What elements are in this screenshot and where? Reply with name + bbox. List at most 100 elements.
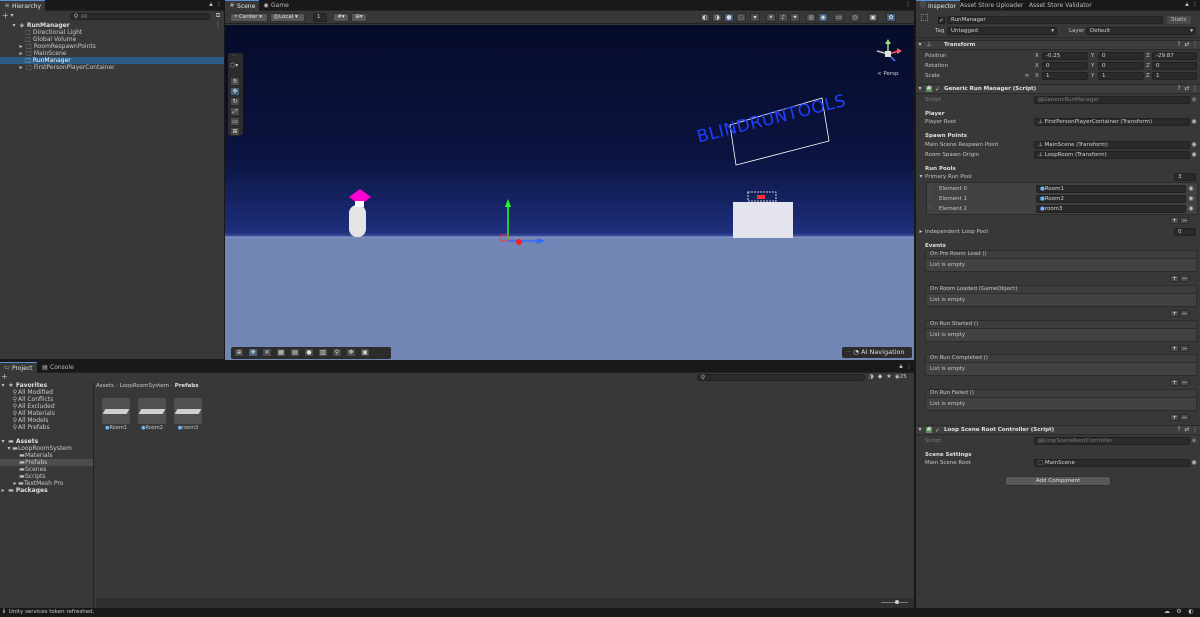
favorite-item[interactable]: ⚲All Materials	[0, 410, 93, 417]
element-field[interactable]: ●room3	[1036, 205, 1186, 213]
rotation-z-field[interactable]: 0	[1152, 62, 1197, 70]
add-listener-button[interactable]: +	[1170, 310, 1179, 317]
transform-tool-icon[interactable]: ⊞	[230, 127, 240, 136]
transform-header[interactable]: ▾ ⊥ Transform ? ⇄ ⋮	[916, 40, 1200, 50]
tab-scene[interactable]: # Scene	[225, 0, 260, 11]
tree-item-textmesh-pro[interactable]: ▸ ▬TextMesh Pro	[0, 480, 93, 487]
filter-icon[interactable]: ⧉	[215, 13, 221, 19]
asset-tile[interactable]: ●room3	[174, 398, 202, 434]
scene-gizmo-icon[interactable]: ✿	[886, 13, 896, 22]
chevron-right-icon[interactable]: ▸	[918, 229, 924, 235]
add-listener-button[interactable]: +	[1170, 345, 1179, 352]
add-component-button[interactable]: Add Component	[1005, 476, 1111, 486]
audio-icon[interactable]: ♪	[778, 13, 788, 22]
nav-tool-5-icon[interactable]: ▤	[290, 348, 300, 357]
favorite-item[interactable]: ⚲All Prefabs	[0, 424, 93, 431]
breadcrumb-prefabs[interactable]: Prefabs	[175, 383, 199, 389]
help-icon[interactable]: ?	[1176, 42, 1182, 48]
remove-listener-button[interactable]: −	[1180, 310, 1189, 317]
component-enabled-checkbox[interactable]: ✓	[935, 427, 940, 434]
tool-settings-icon[interactable]: ⬡▾	[230, 63, 238, 69]
tag-dropdown[interactable]: Untagged ▾	[947, 27, 1057, 35]
tab-hierarchy[interactable]: ≡ Hierarchy	[0, 0, 46, 11]
more-icon[interactable]: ⋮	[906, 364, 912, 370]
remove-listener-button[interactable]: −	[1180, 379, 1189, 386]
more-icon[interactable]: ⋮	[215, 22, 221, 28]
layer-dropdown[interactable]: Default ▾	[1086, 27, 1196, 35]
object-picker-icon[interactable]: ◉	[1188, 186, 1194, 192]
tab-game[interactable]: ◉ Game	[259, 0, 293, 11]
asset-tile[interactable]: ●Room1	[102, 398, 130, 434]
orientation-gizmo[interactable]	[873, 39, 903, 69]
tree-item-loop-room-system[interactable]: ▾ ▬LoopRoomSystem	[0, 445, 93, 452]
tab-asset-store-validator[interactable]: Asset Store Validator	[1025, 0, 1096, 11]
tab-asset-store-uploader[interactable]: Asset Store Uploader	[956, 0, 1027, 11]
progress-icon[interactable]: ◐	[1188, 609, 1194, 615]
list-item[interactable]: ⁝ Element 1 ●Room2 ◉	[927, 194, 1197, 204]
favorite-item[interactable]: ⚲All Conflicts	[0, 396, 93, 403]
filter-type-icon[interactable]: ◑	[868, 374, 874, 380]
shading-icon[interactable]: ◑	[712, 13, 722, 22]
more-icon[interactable]: ⋮	[1192, 427, 1198, 433]
object-picker-icon[interactable]: ◉	[1191, 142, 1197, 148]
favorite-item[interactable]: ⚲All Modified	[0, 389, 93, 396]
more-icon[interactable]: ⋮	[216, 2, 222, 8]
breadcrumb-loop-room-system[interactable]: LoopRoomSystem	[120, 383, 169, 389]
add-listener-button[interactable]: +	[1170, 379, 1179, 386]
light-icon[interactable]: ☀	[766, 13, 776, 22]
assets-header[interactable]: ▾ ▬ Assets	[0, 438, 93, 445]
rotate-tool-icon[interactable]: ↻	[230, 97, 240, 106]
lock-icon[interactable]: 🔒︎	[898, 364, 904, 370]
primary-pool-size-field[interactable]: 3	[1174, 173, 1196, 181]
pivot-space-dropdown[interactable]: ◍Local ▾	[270, 13, 305, 22]
active-checkbox[interactable]: ✓	[938, 17, 945, 24]
grid-snap-field[interactable]: 1	[313, 13, 327, 22]
preset-icon[interactable]: ⇄	[1184, 86, 1190, 92]
object-picker-icon[interactable]: ◉	[1188, 206, 1194, 212]
help-icon[interactable]: ?	[1176, 427, 1182, 433]
eye-count[interactable]: ◉25	[895, 374, 907, 380]
scale-x-field[interactable]: 1	[1042, 72, 1088, 80]
more-icon[interactable]: ⋮	[905, 2, 911, 8]
zoom-slider-handle[interactable]	[895, 600, 899, 604]
chevron-down-icon[interactable]: ▾	[9, 13, 15, 19]
independent-pool-size-field[interactable]: 0	[1174, 228, 1196, 236]
list-item[interactable]: ⁝ Element 0 ●Room1 ◉	[927, 184, 1197, 194]
preset-icon[interactable]: ⇄	[1184, 427, 1190, 433]
tab-console[interactable]: ▤ Console	[38, 362, 78, 373]
position-z-field[interactable]: -29.87	[1152, 52, 1197, 60]
gizmos-icon[interactable]: ◇	[850, 13, 860, 22]
wireframe-icon[interactable]: ◌	[736, 13, 746, 22]
object-name-field[interactable]: RunManager	[947, 16, 1163, 24]
player-root-field[interactable]: ⊥ FirstPersonPlayerContainer (Transform)	[1034, 118, 1190, 126]
add-icon[interactable]: +	[1, 373, 8, 381]
pivot-mode-dropdown[interactable]: ⌖Center ▾	[230, 13, 268, 22]
label-icon[interactable]: ◆	[877, 374, 883, 380]
element-field[interactable]: ●Room2	[1036, 195, 1186, 203]
main-spawn-field[interactable]: ⊥ MainScene (Transform)	[1034, 141, 1190, 149]
effects-icon[interactable]: ✦	[790, 13, 800, 22]
nav-tool-7-icon[interactable]: ▥	[318, 348, 328, 357]
list-item[interactable]: ⁝ Element 2 ●room3 ◉	[927, 204, 1197, 214]
preset-icon[interactable]: ⇄	[1184, 42, 1190, 48]
drag-handle-icon[interactable]: ⁝	[929, 194, 931, 201]
add-element-button[interactable]: +	[1170, 217, 1179, 224]
remove-listener-button[interactable]: −	[1180, 275, 1189, 282]
room-origin-field[interactable]: ⊥ LoopRoom (Transform)	[1034, 151, 1190, 159]
more-icon[interactable]: ⋮	[1192, 42, 1198, 48]
rotation-x-field[interactable]: 0	[1042, 62, 1088, 70]
packages-header[interactable]: ▸ ▬ Packages	[0, 487, 93, 494]
main-scene-root-field[interactable]: ⬚ MainScene	[1034, 459, 1190, 467]
lighting-icon[interactable]: ●	[724, 13, 734, 22]
favorite-item[interactable]: ⚲All Excluded	[0, 403, 93, 410]
ai-navigation-overlay[interactable]: ··· ◔ AI Navigation	[842, 347, 912, 358]
link-icon[interactable]: ∞	[1024, 73, 1030, 79]
mode-2d-icon[interactable]: ▾	[750, 13, 760, 22]
add-listener-button[interactable]: +	[1170, 275, 1179, 282]
generic-run-manager-header[interactable]: ▾ # ✓ Generic Run Manager (Script) ? ⇄ ⋮	[916, 84, 1200, 94]
nav-tool-8-icon[interactable]: ⚲	[332, 348, 342, 357]
nav-tool-4-icon[interactable]: ▦	[276, 348, 286, 357]
rect-tool-icon[interactable]: ▭	[230, 117, 240, 126]
favorites-header[interactable]: ▾ ★ Favorites	[0, 382, 93, 389]
drag-handle-icon[interactable]: ⁝	[929, 184, 931, 191]
